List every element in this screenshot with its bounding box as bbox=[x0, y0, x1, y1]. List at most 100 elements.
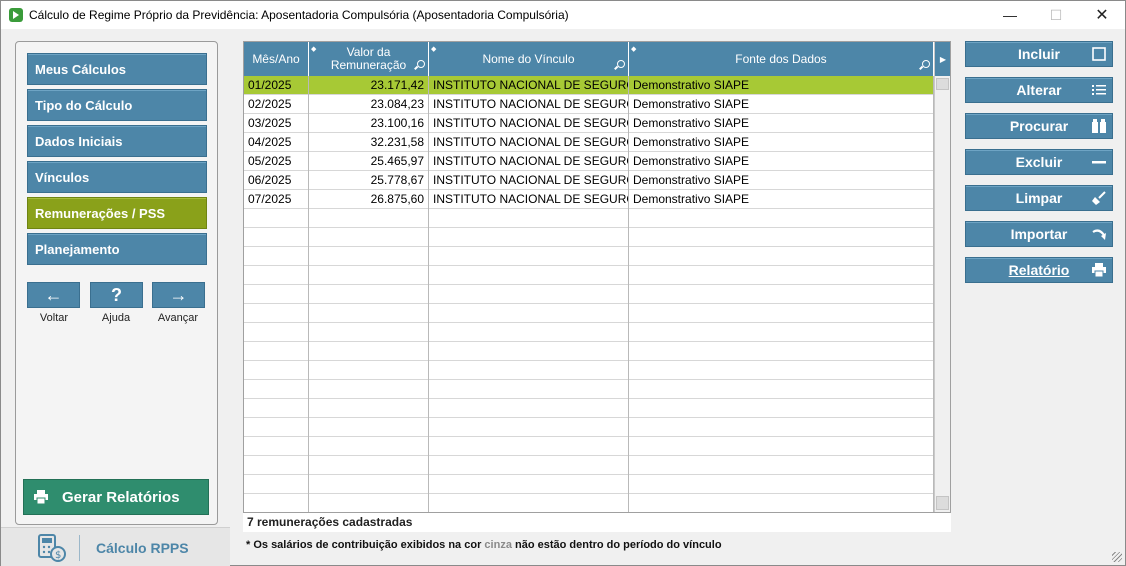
table-row[interactable] bbox=[244, 380, 934, 399]
clear-button[interactable]: Limpar bbox=[965, 185, 1113, 211]
table-cell: Demonstrativo SIAPE bbox=[629, 95, 934, 114]
column-header-valor[interactable]: ◆ Valor da Remuneração bbox=[309, 42, 429, 76]
brand-footer: $ Cálculo RPPS bbox=[1, 527, 230, 566]
maximize-button[interactable]: ☐ bbox=[1033, 1, 1079, 29]
table-cell bbox=[309, 266, 429, 285]
help-button[interactable]: ? bbox=[90, 282, 143, 308]
table-row[interactable] bbox=[244, 266, 934, 285]
search-icon[interactable] bbox=[417, 60, 425, 68]
table-row[interactable]: 03/2025 23.100,16 INSTITUTO NACIONAL DE SE… bbox=[244, 114, 934, 133]
scroll-thumb[interactable] bbox=[936, 78, 949, 90]
back-button[interactable]: ← bbox=[27, 282, 80, 308]
printer-icon bbox=[1092, 263, 1106, 278]
import-button[interactable]: Importar bbox=[965, 221, 1113, 247]
minimize-button[interactable]: — bbox=[987, 1, 1033, 29]
brand-divider bbox=[79, 534, 80, 561]
column-header-nome-vinculo[interactable]: ◆ Nome do Vínculo bbox=[429, 42, 629, 76]
table-cell bbox=[309, 456, 429, 475]
table-cell bbox=[429, 285, 629, 304]
table-row[interactable]: 07/2025 26.875,60 INSTITUTO NACIONAL DE SE… bbox=[244, 190, 934, 209]
app-window: Cálculo de Regime Próprio da Previdência… bbox=[0, 0, 1126, 566]
report-button[interactable]: Relatório bbox=[965, 257, 1113, 283]
sidebar-item-dados-iniciais[interactable]: Dados Iniciais bbox=[27, 125, 207, 157]
table-cell bbox=[629, 399, 934, 418]
forward-button[interactable]: → bbox=[152, 282, 205, 308]
table-cell: 23.084,23 bbox=[309, 95, 429, 114]
table-cell: 01/2025 bbox=[244, 76, 309, 95]
table-cell bbox=[629, 418, 934, 437]
table-cell bbox=[244, 323, 309, 342]
table-cell bbox=[629, 247, 934, 266]
table-cell bbox=[244, 399, 309, 418]
table-cell: 04/2025 bbox=[244, 133, 309, 152]
search-button[interactable]: Procurar bbox=[965, 113, 1113, 139]
table-row[interactable] bbox=[244, 361, 934, 380]
table-cell: INSTITUTO NACIONAL DE SEGURO SOCIAL bbox=[429, 152, 629, 171]
table-cell bbox=[309, 437, 429, 456]
table-row[interactable] bbox=[244, 437, 934, 456]
printer-icon bbox=[34, 490, 48, 505]
resize-grip[interactable] bbox=[1112, 552, 1122, 562]
include-button[interactable]: Incluir bbox=[965, 41, 1113, 67]
table-row[interactable] bbox=[244, 418, 934, 437]
scroll-down-button[interactable] bbox=[936, 496, 949, 510]
table-cell bbox=[429, 494, 629, 512]
table-cell bbox=[429, 475, 629, 494]
table-cell: Demonstrativo SIAPE bbox=[629, 114, 934, 133]
sidebar-item-remuneracoes-pss[interactable]: Remunerações / PSS bbox=[27, 197, 207, 229]
table-cell bbox=[309, 228, 429, 247]
table-cell bbox=[429, 418, 629, 437]
table-cell bbox=[309, 475, 429, 494]
table-cell bbox=[309, 361, 429, 380]
table-cell: Demonstrativo SIAPE bbox=[629, 190, 934, 209]
table-cell bbox=[309, 399, 429, 418]
table-row[interactable] bbox=[244, 456, 934, 475]
sidebar-item-vinculos[interactable]: Vínculos bbox=[27, 161, 207, 193]
table-cell bbox=[629, 209, 934, 228]
search-icon[interactable] bbox=[922, 60, 930, 68]
table-row[interactable] bbox=[244, 247, 934, 266]
table-row[interactable] bbox=[244, 285, 934, 304]
table-cell bbox=[244, 456, 309, 475]
vertical-scrollbar[interactable]: ▶ bbox=[934, 42, 950, 512]
table-row[interactable]: 01/2025 23.171,42 INSTITUTO NACIONAL DE SE… bbox=[244, 76, 934, 95]
table-row[interactable] bbox=[244, 342, 934, 361]
generate-reports-button[interactable]: Gerar Relatórios bbox=[23, 479, 209, 515]
sidebar-item-planejamento[interactable]: Planejamento bbox=[27, 233, 207, 265]
table-cell bbox=[629, 304, 934, 323]
table-row[interactable]: 05/2025 25.465,97 INSTITUTO NACIONAL DE SE… bbox=[244, 152, 934, 171]
close-button[interactable]: ✕ bbox=[1079, 1, 1125, 29]
column-header-mes-ano[interactable]: Mês/Ano bbox=[244, 42, 309, 76]
brand-name: Cálculo RPPS bbox=[96, 539, 189, 556]
column-header-fonte[interactable]: ◆ Fonte dos Dados bbox=[629, 42, 934, 76]
table-cell bbox=[309, 304, 429, 323]
table-cell bbox=[309, 418, 429, 437]
list-icon bbox=[1092, 83, 1106, 97]
table-row[interactable] bbox=[244, 323, 934, 342]
table-cell bbox=[429, 437, 629, 456]
table-row[interactable] bbox=[244, 399, 934, 418]
table-cell bbox=[429, 380, 629, 399]
sidebar-item-tipo-do-calculo[interactable]: Tipo do Cálculo bbox=[27, 89, 207, 121]
table-row[interactable] bbox=[244, 494, 934, 512]
delete-button[interactable]: Excluir bbox=[965, 149, 1113, 175]
table-row[interactable] bbox=[244, 209, 934, 228]
table-row[interactable] bbox=[244, 475, 934, 494]
minus-icon bbox=[1092, 155, 1106, 169]
table-row[interactable] bbox=[244, 228, 934, 247]
chevron-right-icon[interactable]: ▶ bbox=[935, 42, 950, 76]
edit-button[interactable]: Alterar bbox=[965, 77, 1113, 103]
table-row[interactable]: 02/2025 23.084,23 INSTITUTO NACIONAL DE SE… bbox=[244, 95, 934, 114]
table-cell: Demonstrativo SIAPE bbox=[629, 152, 934, 171]
search-icon[interactable] bbox=[617, 60, 625, 68]
table-cell bbox=[429, 399, 629, 418]
generate-reports-label: Gerar Relatórios bbox=[62, 488, 180, 506]
table-row[interactable]: 06/2025 25.778,67 INSTITUTO NACIONAL DE SE… bbox=[244, 171, 934, 190]
record-count: 7 remunerações cadastradas bbox=[243, 513, 951, 532]
table-row[interactable]: 04/2025 32.231,58 INSTITUTO NACIONAL DE SE… bbox=[244, 133, 934, 152]
table-cell bbox=[309, 323, 429, 342]
table-row[interactable] bbox=[244, 304, 934, 323]
sidebar-item-meus-calculos[interactable]: Meus Cálculos bbox=[27, 53, 207, 85]
table-cell bbox=[309, 380, 429, 399]
table-cell bbox=[244, 304, 309, 323]
